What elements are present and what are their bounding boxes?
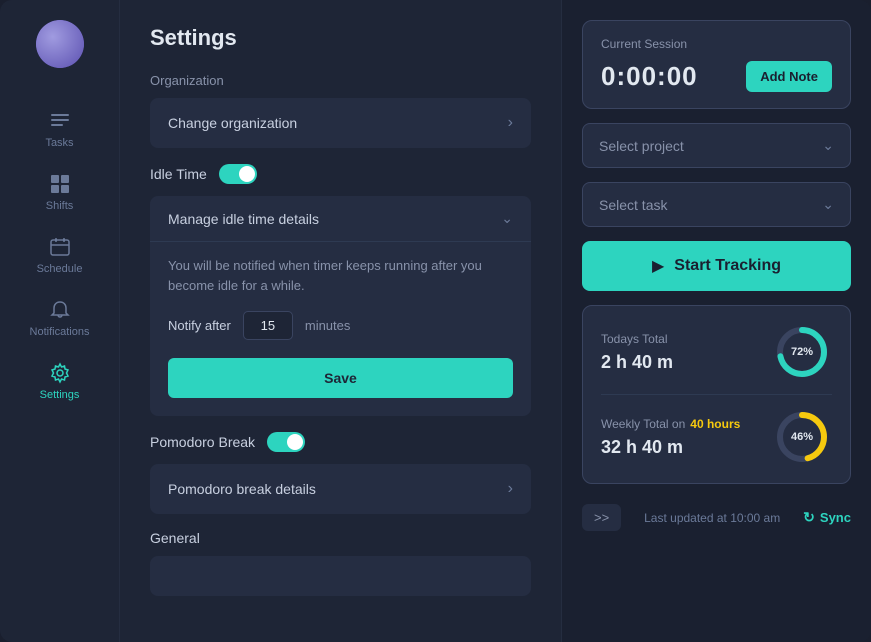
organization-label: Organization <box>150 73 531 88</box>
weekly-total-info: Weekly Total on 40 hours 32 h 40 m <box>601 417 740 458</box>
shifts-icon <box>49 173 71 195</box>
idle-description: You will be notified when timer keeps ru… <box>168 256 513 295</box>
weekly-label-row: Weekly Total on 40 hours <box>601 417 740 431</box>
notify-row: Notify after minutes <box>168 311 513 340</box>
sidebar-item-tasks[interactable]: Tasks <box>0 98 119 161</box>
last-updated-text: Last updated at 10:00 am <box>644 511 780 525</box>
pomodoro-details-label: Pomodoro break details <box>168 481 316 497</box>
stats-divider <box>601 394 832 395</box>
session-time-row: 0:00:00 Add Note <box>601 61 832 92</box>
shifts-label: Shifts <box>46 200 74 212</box>
weekly-hours-badge: 40 hours <box>690 417 740 431</box>
start-tracking-button[interactable]: ▶ Start Tracking <box>582 241 851 291</box>
avatar[interactable] <box>36 20 84 68</box>
session-card: Current Session 0:00:00 Add Note <box>582 20 851 109</box>
task-chevron-icon: ⌄ <box>822 196 834 213</box>
weekly-total-value: 32 h 40 m <box>601 437 740 458</box>
settings-panel: Settings Organization Change organizatio… <box>120 0 561 642</box>
select-project-text: Select project <box>599 138 684 154</box>
chevron-down-icon: ⌄ <box>501 210 513 227</box>
sidebar-item-schedule[interactable]: Schedule <box>0 224 119 287</box>
weekly-donut-chart: 46% <box>772 407 832 467</box>
sidebar-item-notifications[interactable]: Notifications <box>0 287 119 350</box>
idle-time-label: Idle Time <box>150 166 207 182</box>
select-task-dropdown[interactable]: Select task ⌄ <box>582 182 851 227</box>
notify-after-label: Notify after <box>168 318 231 333</box>
idle-time-section: Idle Time Manage idle time details ⌄ You… <box>150 164 531 416</box>
todays-percent-label: 72% <box>791 346 813 358</box>
notifications-icon <box>49 299 71 321</box>
weekly-total-row: Weekly Total on 40 hours 32 h 40 m 46% <box>601 407 832 467</box>
idle-details-label: Manage idle time details <box>168 211 319 227</box>
pomodoro-header: Pomodoro Break <box>150 432 531 452</box>
sync-button[interactable]: ↻ Sync <box>803 509 851 526</box>
sidebar-item-settings[interactable]: Settings <box>0 350 119 413</box>
stats-card: Todays Total 2 h 40 m 72% <box>582 305 851 484</box>
notify-minutes-label: minutes <box>305 318 351 333</box>
chevron-right-icon: › <box>508 114 513 132</box>
prev-button[interactable]: >> <box>582 504 621 531</box>
pomodoro-toggle[interactable] <box>267 432 305 452</box>
page-title: Settings <box>150 25 531 51</box>
toggle-knob <box>239 166 255 182</box>
select-project-dropdown[interactable]: Select project ⌄ <box>582 123 851 168</box>
todays-donut-chart: 72% <box>772 322 832 382</box>
notify-minutes-input[interactable] <box>243 311 293 340</box>
change-org-text: Change organization <box>168 115 297 131</box>
settings-label: Settings <box>40 389 80 401</box>
play-icon: ▶ <box>652 256 664 276</box>
add-note-button[interactable]: Add Note <box>746 61 832 92</box>
change-organization-button[interactable]: Change organization › <box>150 98 531 148</box>
general-card <box>150 556 531 596</box>
pomodoro-toggle-knob <box>287 434 303 450</box>
pomodoro-section: Pomodoro Break Pomodoro break details › <box>150 432 531 514</box>
todays-total-info: Todays Total 2 h 40 m <box>601 332 673 373</box>
notifications-label: Notifications <box>30 326 90 338</box>
session-time: 0:00:00 <box>601 61 698 92</box>
pomodoro-chevron-icon: › <box>508 480 513 498</box>
weekly-percent-label: 46% <box>791 431 813 443</box>
sync-icon: ↻ <box>803 509 815 526</box>
tasks-label: Tasks <box>45 137 73 149</box>
todays-total-value: 2 h 40 m <box>601 352 673 373</box>
schedule-label: Schedule <box>37 263 83 275</box>
weekly-total-label: Weekly Total on <box>601 417 685 431</box>
pomodoro-label: Pomodoro Break <box>150 434 255 450</box>
organization-card: Change organization › <box>150 98 531 148</box>
sidebar-item-shifts[interactable]: Shifts <box>0 161 119 224</box>
select-task-text: Select task <box>599 197 667 213</box>
start-tracking-label: Start Tracking <box>674 257 781 275</box>
settings-icon <box>49 362 71 384</box>
todays-total-row: Todays Total 2 h 40 m 72% <box>601 322 832 382</box>
sidebar: Tasks Shifts S <box>0 0 120 642</box>
tasks-icon <box>49 110 71 132</box>
sync-label: Sync <box>820 510 851 525</box>
idle-details-body: You will be notified when timer keeps ru… <box>150 241 531 416</box>
idle-details-header[interactable]: Manage idle time details ⌄ <box>150 196 531 241</box>
pomodoro-details-card: Pomodoro break details › <box>150 464 531 514</box>
project-chevron-icon: ⌄ <box>822 137 834 154</box>
general-label: General <box>150 530 531 546</box>
schedule-icon <box>49 236 71 258</box>
pomodoro-details-button[interactable]: Pomodoro break details › <box>150 464 531 514</box>
right-panel: Current Session 0:00:00 Add Note Select … <box>561 0 871 642</box>
main-content: Settings Organization Change organizatio… <box>120 0 871 642</box>
todays-total-label: Todays Total <box>601 332 673 346</box>
save-button[interactable]: Save <box>168 358 513 398</box>
idle-time-header: Idle Time <box>150 164 531 184</box>
footer-row: >> Last updated at 10:00 am ↻ Sync <box>582 498 851 537</box>
idle-details-card: Manage idle time details ⌄ You will be n… <box>150 196 531 416</box>
idle-time-toggle[interactable] <box>219 164 257 184</box>
session-label: Current Session <box>601 37 832 51</box>
